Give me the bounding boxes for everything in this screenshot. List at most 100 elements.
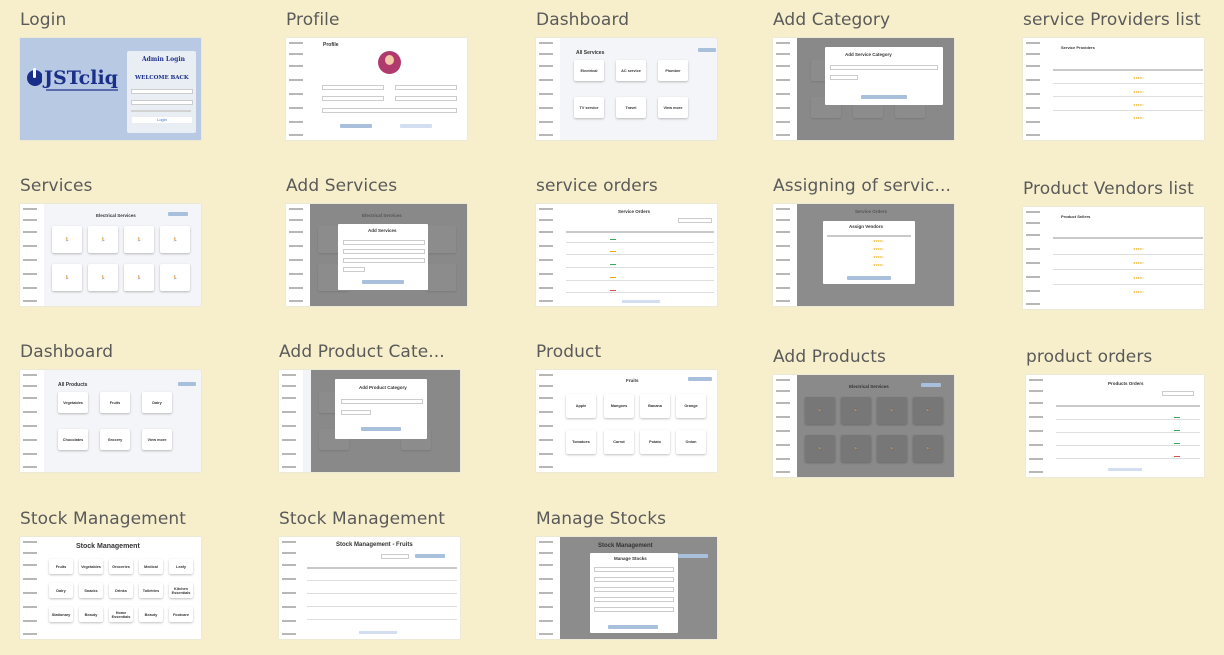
sidebar xyxy=(1023,38,1047,140)
stock-tile[interactable]: Leafy xyxy=(169,559,193,574)
card-title: Assigning of servic... xyxy=(773,176,951,196)
stock-management-fruits-thumbnail[interactable]: Stock Management - Fruits xyxy=(279,537,460,639)
search-input[interactable] xyxy=(381,554,409,559)
add-category-thumbnail[interactable]: Add Service Category xyxy=(773,38,954,140)
service-tile[interactable]: 🏃 xyxy=(88,264,118,291)
stock-tile[interactable]: Home Essentials xyxy=(109,607,133,622)
tile[interactable]: Plumber xyxy=(658,60,688,81)
tile[interactable]: Dairy xyxy=(142,392,172,413)
assigning-thumbnail[interactable]: Service Orders Assign Vendors ★★★★☆ ★★★★… xyxy=(773,204,954,306)
product-vendors-thumbnail[interactable]: Product Sellers ★★★★☆ ★★★★☆ ★★★★☆ ★★★★☆ xyxy=(1023,207,1204,309)
service-tile[interactable]: 🏃 xyxy=(124,264,154,291)
card-title: Stock Management xyxy=(20,509,187,529)
password-field[interactable] xyxy=(131,100,193,105)
main-area: Product Sellers ★★★★☆ ★★★★☆ ★★★★☆ ★★★★☆ xyxy=(1047,207,1204,309)
add-products-thumbnail[interactable]: Electrical Services 🏃 🏃 🏃 🏃 🏃 🏃 🏃 🏃 xyxy=(773,375,954,477)
sidebar xyxy=(20,537,44,639)
product-tile[interactable]: Tomatoes xyxy=(566,430,596,454)
profile-thumbnail[interactable]: Profile xyxy=(286,38,467,140)
stock-tile[interactable]: Dairy xyxy=(49,583,73,598)
product-tile[interactable]: Banana xyxy=(640,394,670,418)
stock-tile[interactable]: Vegetables xyxy=(79,559,103,574)
product-orders-thumbnail[interactable]: Products Orders xyxy=(1026,375,1204,477)
stock-tile[interactable]: Kitchen Essentials xyxy=(169,583,193,598)
product-thumbnail[interactable]: Fruits Apple Mangoes Banana Orange Tomat… xyxy=(536,370,717,472)
product-tile[interactable]: Mangoes xyxy=(604,394,634,418)
search-input[interactable] xyxy=(678,218,712,223)
service-tile[interactable]: 🏃 xyxy=(52,264,82,291)
main-area: Service Providers ★★★★☆ ★★★★☆ ★★★★☆ ★★★★… xyxy=(1047,38,1204,140)
product-tile[interactable]: Onion xyxy=(676,430,706,454)
login-thumbnail[interactable]: JSTcliq Admin Login WELCOME BACK Login xyxy=(20,38,201,140)
add-services-thumbnail[interactable]: Electrical Services Add Services xyxy=(286,204,467,306)
tile[interactable]: Travel xyxy=(616,97,646,118)
page-heading: Stock Management - Fruits xyxy=(336,542,413,548)
tile[interactable]: Vegetables xyxy=(58,392,88,413)
dashboard-thumbnail[interactable]: All Services Electrical AC service Plumb… xyxy=(536,38,717,140)
stock-tile[interactable]: Toiletries xyxy=(139,583,163,598)
page-heading: Electrical Services xyxy=(96,213,136,218)
email-field[interactable] xyxy=(131,89,193,94)
stock-tile[interactable]: Stationary xyxy=(49,607,73,622)
service-tile[interactable]: 🏃 xyxy=(88,226,118,253)
submit-button[interactable] xyxy=(361,427,401,431)
tile[interactable]: Electrical xyxy=(574,60,604,81)
login-button[interactable]: Login xyxy=(132,117,192,123)
search-input[interactable] xyxy=(1162,391,1194,396)
service-providers-thumbnail[interactable]: Service Providers ★★★★☆ ★★★★☆ ★★★★☆ ★★★★… xyxy=(1023,38,1204,140)
modal-title: Add Services xyxy=(368,228,397,233)
logo-tagline xyxy=(46,89,118,91)
assign-button[interactable] xyxy=(847,276,891,280)
card-title: service orders xyxy=(536,176,658,196)
sidebar xyxy=(536,370,560,472)
tile[interactable]: AC service xyxy=(616,60,646,81)
product-tile[interactable]: Potato xyxy=(640,430,670,454)
service-tile[interactable]: 🏃 xyxy=(52,226,82,253)
service-tile[interactable]: 🏃 xyxy=(160,264,190,291)
service-tile[interactable]: 🏃 xyxy=(124,226,154,253)
card-title: Login xyxy=(20,10,67,30)
submit-button[interactable] xyxy=(608,625,658,629)
tile[interactable]: TV service xyxy=(574,97,604,118)
page-heading: Stock Management xyxy=(598,543,653,549)
stock-tile[interactable]: Groceries xyxy=(109,559,133,574)
pagination[interactable] xyxy=(359,631,397,634)
tile[interactable]: View more xyxy=(658,97,688,118)
add-product-category-thumbnail[interactable]: Add Product Category xyxy=(279,370,460,472)
main-area: Stock Management Fruits Vegetables Groce… xyxy=(44,537,201,639)
stock-tile[interactable]: Medical xyxy=(139,559,163,574)
change-password-button[interactable] xyxy=(400,124,432,128)
services-thumbnail[interactable]: Electrical Services 🏃 🏃 🏃 🏃 🏃 🏃 🏃 🏃 xyxy=(20,204,201,306)
sidebar xyxy=(773,204,797,306)
stock-tile[interactable]: Footcare xyxy=(169,607,193,622)
page-heading: Service Providers xyxy=(1061,45,1095,50)
service-tile[interactable]: 🏃 xyxy=(160,226,190,253)
product-tile[interactable]: Orange xyxy=(676,394,706,418)
manage-stocks-thumbnail[interactable]: Stock Management Manage Stocks xyxy=(536,537,717,639)
service-orders-thumbnail[interactable]: Service Orders xyxy=(536,204,717,306)
manage-stocks-button[interactable] xyxy=(415,554,445,558)
save-button[interactable] xyxy=(340,124,372,128)
tile[interactable]: Chocolates xyxy=(58,429,88,450)
panel-title: Admin Login xyxy=(142,56,185,63)
submit-button[interactable] xyxy=(861,95,907,99)
pagination[interactable] xyxy=(1108,468,1142,471)
stock-tile[interactable]: Drinks xyxy=(109,583,133,598)
stock-tile[interactable]: Beauty xyxy=(139,607,163,622)
tile[interactable]: Fruits xyxy=(100,392,130,413)
tile[interactable]: View more xyxy=(142,429,172,450)
card-title: Profile xyxy=(286,10,340,30)
card-title: Dashboard xyxy=(20,342,114,362)
product-tile[interactable]: Carrot xyxy=(604,430,634,454)
stock-management-thumbnail[interactable]: Stock Management Fruits Vegetables Groce… xyxy=(20,537,201,639)
tile[interactable]: Grocery xyxy=(100,429,130,450)
product-tile[interactable]: Apple xyxy=(566,394,596,418)
stock-tile[interactable]: Beauty xyxy=(79,607,103,622)
stock-tile[interactable]: Fruits xyxy=(49,559,73,574)
main-area: Electrical Services 🏃 🏃 🏃 🏃 🏃 🏃 🏃 🏃 xyxy=(797,375,954,477)
sidebar xyxy=(279,370,303,472)
dashboard-thumbnail[interactable]: All Products Vegetables Fruits Dairy Cho… xyxy=(20,370,201,472)
pagination[interactable] xyxy=(622,300,660,303)
submit-button[interactable] xyxy=(362,280,404,284)
stock-tile[interactable]: Snacks xyxy=(79,583,103,598)
